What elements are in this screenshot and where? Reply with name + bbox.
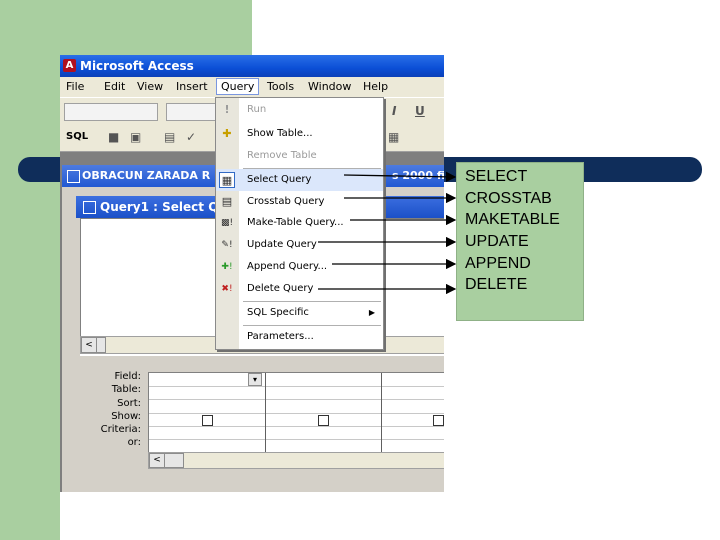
- callout-maketable: MAKETABLE: [465, 211, 560, 228]
- callout-delete: DELETE: [465, 276, 528, 293]
- callout-select: SELECT: [465, 168, 528, 185]
- callout-append: APPEND: [465, 255, 531, 272]
- arrow-select: [343, 171, 457, 183]
- callout-arrows: [318, 171, 457, 295]
- callout-crosstab: CROSSTAB: [465, 190, 552, 207]
- callout-update: UPDATE: [465, 233, 529, 250]
- query-types-callout: SELECT CROSSTAB MAKETABLE UPDATE APPEND …: [456, 162, 584, 321]
